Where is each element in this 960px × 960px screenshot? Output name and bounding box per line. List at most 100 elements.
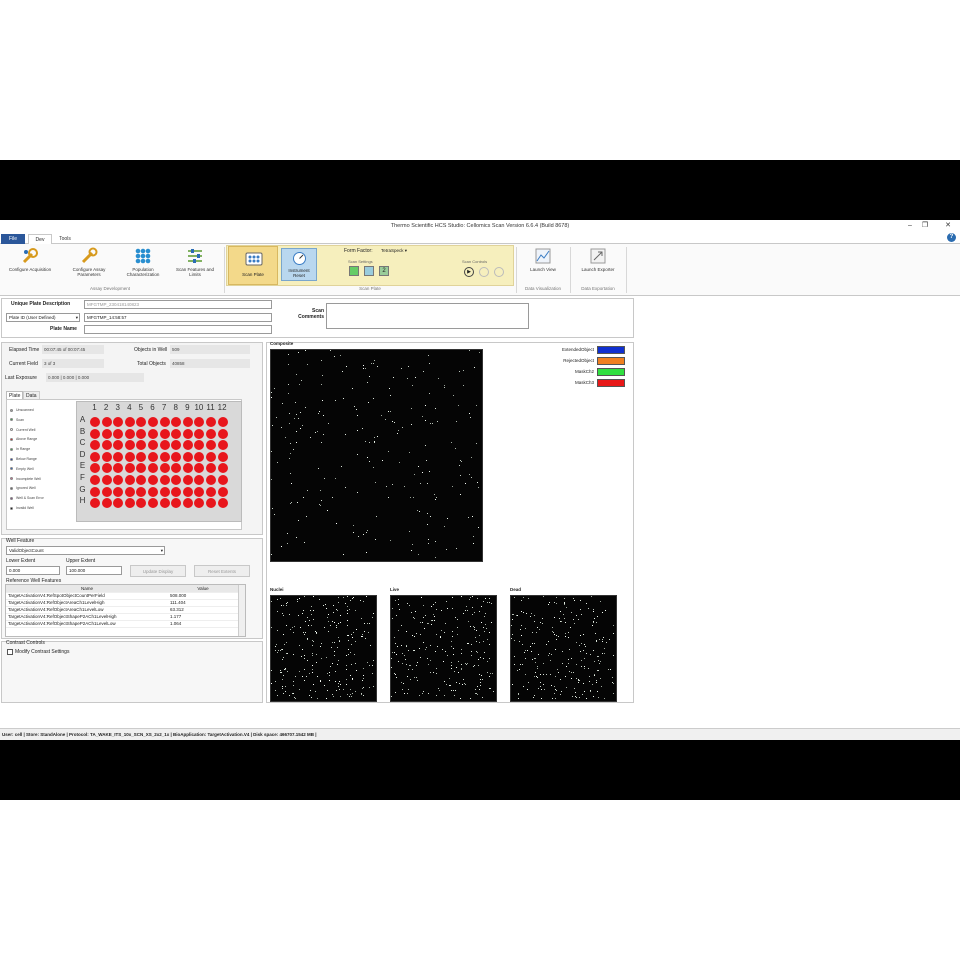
plate-column-1[interactable]: 1 [89,403,100,412]
plate-well[interactable] [124,428,135,439]
plate-name-input[interactable] [84,325,272,334]
instrument-reset-button[interactable]: Instrument Reset [281,248,317,281]
plate-row-C[interactable]: C [77,438,88,447]
plate-column-6[interactable]: 6 [147,403,158,412]
plate-well[interactable] [217,451,228,462]
plate-well[interactable] [101,417,112,427]
plate-well[interactable] [206,417,216,427]
stop-icon[interactable] [494,267,504,277]
plate-well[interactable] [124,475,135,485]
plate-well[interactable] [113,486,124,497]
well-feature-select[interactable]: ValidObjectCount ▾ [6,546,165,555]
plate-well[interactable] [148,428,158,439]
plate-well[interactable] [206,451,216,462]
plate-well[interactable] [194,428,205,439]
configure-acquisition-button[interactable]: Configure Acquisition [8,247,52,272]
nuclei-image[interactable] [270,595,377,702]
plate-well[interactable] [217,463,228,474]
live-image[interactable] [390,595,497,702]
overlay-color-swatch[interactable] [597,379,625,387]
plate-well[interactable] [159,475,170,485]
plate-well[interactable] [148,486,158,497]
plate-row-E[interactable]: E [77,461,88,470]
scan-setting-grid-icon[interactable] [349,266,359,276]
overlay-color-swatch[interactable] [597,368,625,376]
restore-button[interactable]: ❐ [915,220,935,232]
plate-id-input[interactable]: MFGTMP_14:58:57 [84,313,272,322]
plate-well[interactable] [217,498,228,509]
plate-id-select[interactable]: Plate ID (User Defined) ▾ [6,313,80,322]
plate-well[interactable] [217,417,228,427]
scan-setting-two-icon[interactable]: 2 [379,266,389,276]
table-row[interactable]: TargetActivationV4:RefObjectAreaCh1Level… [6,599,238,607]
lower-extent-input[interactable]: 0.000 [6,566,60,575]
modify-contrast-checkbox[interactable] [7,649,13,655]
plate-well[interactable] [217,428,228,439]
plate-column-12[interactable]: 12 [217,403,228,412]
plate-well[interactable] [113,428,124,439]
launch-exporter-button[interactable]: Launch Exporter [574,247,622,272]
plate-column-7[interactable]: 7 [159,403,170,412]
plate-well[interactable] [113,451,124,462]
plate-well[interactable] [90,417,100,427]
plate-row-G[interactable]: G [77,485,88,494]
plate-well[interactable] [124,451,135,462]
plate-well[interactable] [90,428,100,439]
plate-well[interactable] [101,440,112,451]
plate-well[interactable] [124,440,135,451]
plate-row-H[interactable]: H [77,496,88,505]
plate-well[interactable] [182,475,193,485]
plate-well[interactable] [182,486,193,497]
plate-well[interactable] [206,475,216,485]
population-characterization-button[interactable]: Population Characterization [120,247,166,277]
plate-column-4[interactable]: 4 [124,403,135,412]
table-row[interactable]: TargetActivationV4:RefObjectShapeP2ACh1L… [6,613,238,621]
plate-well[interactable] [159,440,170,451]
scan-plate-button[interactable]: Scan Plate [228,246,278,285]
plate-row-A[interactable]: A [77,415,88,424]
table-row[interactable]: TargetActivationV4:RefObjectAreaCh1Level… [6,606,238,614]
pause-icon[interactable] [479,267,489,277]
plate-well[interactable] [148,475,158,485]
table-row[interactable]: TargetActivationV4:RefObjectShapeP2ACh1L… [6,620,238,628]
plate-column-3[interactable]: 3 [112,403,123,412]
form-factor-dropdown[interactable]: TetraSpeck ▾ [381,248,407,254]
launch-view-button[interactable]: Launch View [522,247,564,272]
plate-well[interactable] [101,475,112,485]
plate-well[interactable] [101,428,112,439]
plate-well[interactable] [159,428,170,439]
plate-well[interactable] [217,440,228,451]
plate-well[interactable] [194,486,205,497]
plate-well[interactable] [101,498,112,509]
plate-column-9[interactable]: 9 [182,403,193,412]
configure-assay-button[interactable]: Configure Assay Parameters [66,247,112,277]
plate-column-5[interactable]: 5 [135,403,146,412]
overlay-color-swatch[interactable] [597,357,625,365]
plate-well[interactable] [136,428,147,439]
plate-well[interactable] [217,475,228,485]
plate-well[interactable] [101,486,112,497]
update-display-button[interactable]: Update Display [130,565,186,577]
play-icon[interactable]: ▶ [464,267,474,277]
plate-well[interactable] [159,463,170,474]
plate-well[interactable] [182,440,193,451]
plate-well[interactable] [124,498,135,509]
plate-well[interactable] [159,417,170,427]
scan-features-button[interactable]: Scan Features and Limits [170,247,220,277]
plate-well[interactable] [148,451,158,462]
plate-well[interactable] [182,428,193,439]
plate-well[interactable] [101,451,112,462]
plate-well[interactable] [101,463,112,474]
plate-well[interactable] [182,498,193,509]
plate-well[interactable] [159,451,170,462]
plate-well[interactable] [217,486,228,497]
reset-extents-button[interactable]: Reset Extents [194,565,250,577]
plate-well[interactable] [182,417,193,427]
plate-well[interactable] [159,498,170,509]
plate-well[interactable] [90,486,100,497]
plate-well[interactable] [90,451,100,462]
plate-well[interactable] [182,451,193,462]
table-scrollbar[interactable] [238,585,245,636]
table-row[interactable]: TargetActivationV4:RefSpotObjectCountPer… [6,592,238,600]
plate-well[interactable] [206,486,216,497]
